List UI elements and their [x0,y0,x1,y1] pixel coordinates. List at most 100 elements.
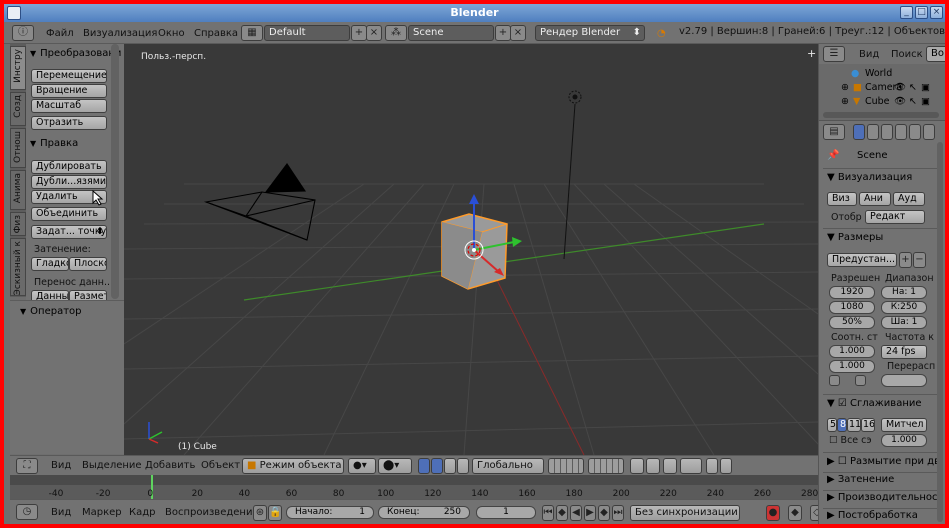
fps-select[interactable]: 24 fps [881,345,927,359]
snap-element-icon[interactable] [680,458,702,474]
timeline-editor-icon[interactable]: ◷ [16,504,38,520]
scale-manipulator-icon[interactable] [457,458,469,474]
outliner-search-menu[interactable]: Поиск [891,49,923,60]
render-button[interactable]: Виз [827,192,857,206]
resolution-y-field[interactable]: 1080 [829,301,875,314]
smooth-button[interactable]: Гладко [31,257,69,271]
menu-select[interactable]: Выделение [82,460,142,471]
outliner-view-menu[interactable]: Вид [859,49,879,60]
aa-samples-5[interactable]: 5 [827,418,837,432]
menu-render[interactable]: Визуализация [83,26,157,41]
join-button[interactable]: Объединить [31,207,107,221]
menu-help[interactable]: Справка [194,26,238,41]
proportional-edit-icon[interactable] [646,458,660,474]
aspect-x-field[interactable]: 1.000 [829,345,875,358]
lock-layers-icon[interactable] [630,458,644,474]
set-origin-button[interactable]: Задат... точку ⬍ [31,225,107,239]
camera-object[interactable] [203,163,316,241]
move-button[interactable]: Перемещение [31,69,107,83]
cursor-icon[interactable]: ↖ [909,82,917,93]
duplicate-button[interactable]: Дублировать [31,160,107,174]
aa-filter-select[interactable]: Митчел [881,418,927,432]
preset-remove-icon[interactable]: − [913,252,926,268]
transform-panel-header[interactable]: ▼ Преобразовани [30,48,121,59]
menu-file[interactable]: Файл [46,26,74,41]
frame-step-field[interactable]: Ша: 1 [881,316,927,329]
mode-select[interactable]: ■ Режим объекта [242,458,344,474]
menu-object[interactable]: Объект [201,460,240,471]
start-frame-field[interactable]: Начало: 1 [286,506,374,519]
crop-checkbox[interactable] [855,375,866,386]
outliner-row-world[interactable]: ● World [819,68,945,82]
mirror-button[interactable]: Отразить [31,116,107,130]
end-frame-field[interactable]: Конец: 250 [378,506,470,519]
display-select[interactable]: Редакт [865,210,925,224]
minimize-button[interactable]: _ [900,6,913,19]
layout-remove-icon[interactable]: × [366,25,382,41]
flat-button[interactable]: Плоско [69,257,107,271]
world-tab-icon[interactable] [895,124,907,140]
menu-view[interactable]: Вид [51,507,71,518]
info-editor-icon[interactable]: ⓘ [12,25,34,41]
constraints-tab-icon[interactable] [923,124,935,140]
orientation-select[interactable]: Глобально [472,458,544,474]
shading-select[interactable]: ●▾ [348,458,376,474]
frame-start-field[interactable]: На: 1 [881,286,927,299]
cursor-icon[interactable]: ↖ [909,96,917,107]
menu-marker[interactable]: Маркер [82,507,122,518]
jump-end-icon[interactable]: ⏭ [612,505,624,521]
rotate-button[interactable]: Вращение [31,84,107,98]
viewport-corner-icon[interactable]: + [807,47,816,60]
lock-icon[interactable]: 🔒 [268,505,282,521]
render-tab-icon[interactable] [853,124,865,140]
layout-add-icon[interactable]: + [351,25,367,41]
render-panel-header[interactable]: ▼ Визуализация [827,172,912,183]
outliner-display-select[interactable]: Во [926,46,945,62]
duplicate-linked-button[interactable]: Дубли...язями [31,175,107,189]
full-sample-checkbox[interactable]: ☐ Все сэ [829,435,872,446]
aa-samples-16[interactable]: 16 [861,418,875,432]
scene-field[interactable]: Scene [408,25,494,41]
outliner-scrollbar[interactable] [823,112,939,118]
layout-field[interactable]: Default [264,25,350,41]
outliner-row-cube[interactable]: ⊕ ▼ Cube 👁 ↖ ▣ [819,96,945,110]
rotate-manipulator-icon[interactable] [444,458,456,474]
filter-size-field[interactable]: 1.000 [881,434,927,447]
scene-remove-icon[interactable]: × [510,25,526,41]
layers-group-1[interactable] [548,458,584,474]
resolution-x-field[interactable]: 1920 [829,286,875,299]
scene-icon[interactable]: ⁂ [385,25,407,41]
play-reverse-icon[interactable]: ◀ [570,505,582,521]
motion-blur-panel-header[interactable]: ▶ ☐ Размытие при дв [827,456,940,467]
keying-icon[interactable]: ⊛ [253,505,267,521]
editor-type-icon[interactable]: ⛶ [16,458,38,474]
dimensions-panel-header[interactable]: ▼ Размеры [827,232,883,243]
snap-icon[interactable] [663,458,677,474]
manipulator-toggle[interactable] [418,458,430,474]
outliner-row-camera[interactable]: ⊕ ■ Camera 👁 ↖ ▣ [819,82,945,96]
menu-view[interactable]: Вид [51,460,71,471]
scene-add-icon[interactable]: + [495,25,511,41]
pivot-select[interactable]: ⬤▾ [378,458,412,474]
render-icon[interactable]: ▣ [921,96,930,107]
antialiasing-panel-header[interactable]: ▼ ☑ Сглаживание [827,398,922,409]
render-icon[interactable]: ▣ [921,82,930,93]
tab-tools[interactable]: Инстру [10,46,26,90]
properties-editor-icon[interactable]: ▤ [823,124,845,140]
maximize-button[interactable]: □ [915,6,928,19]
antialiasing-checkbox[interactable]: ☑ [838,398,847,409]
menu-add[interactable]: Добавить [145,460,195,471]
menu-window[interactable]: Окно [158,26,185,41]
menu-playback[interactable]: Воспроизведение [165,507,259,518]
render-animation-icon[interactable] [720,458,732,474]
layout-icon[interactable]: ▦ [241,25,263,41]
aa-samples-11[interactable]: 11 [847,418,861,432]
current-frame-field[interactable]: 1 [476,506,536,519]
tab-create[interactable]: Созд [10,92,26,126]
sync-select[interactable]: Без синхронизации [630,505,740,521]
tab-relations[interactable]: Отнош [10,128,26,168]
preset-select[interactable]: Предустан... [827,253,897,267]
layers-group-2[interactable] [588,458,624,474]
render-engine-select[interactable]: Рендер Blender ⬍ [535,25,645,41]
operator-panel-header[interactable]: ▼ Оператор [20,306,81,317]
